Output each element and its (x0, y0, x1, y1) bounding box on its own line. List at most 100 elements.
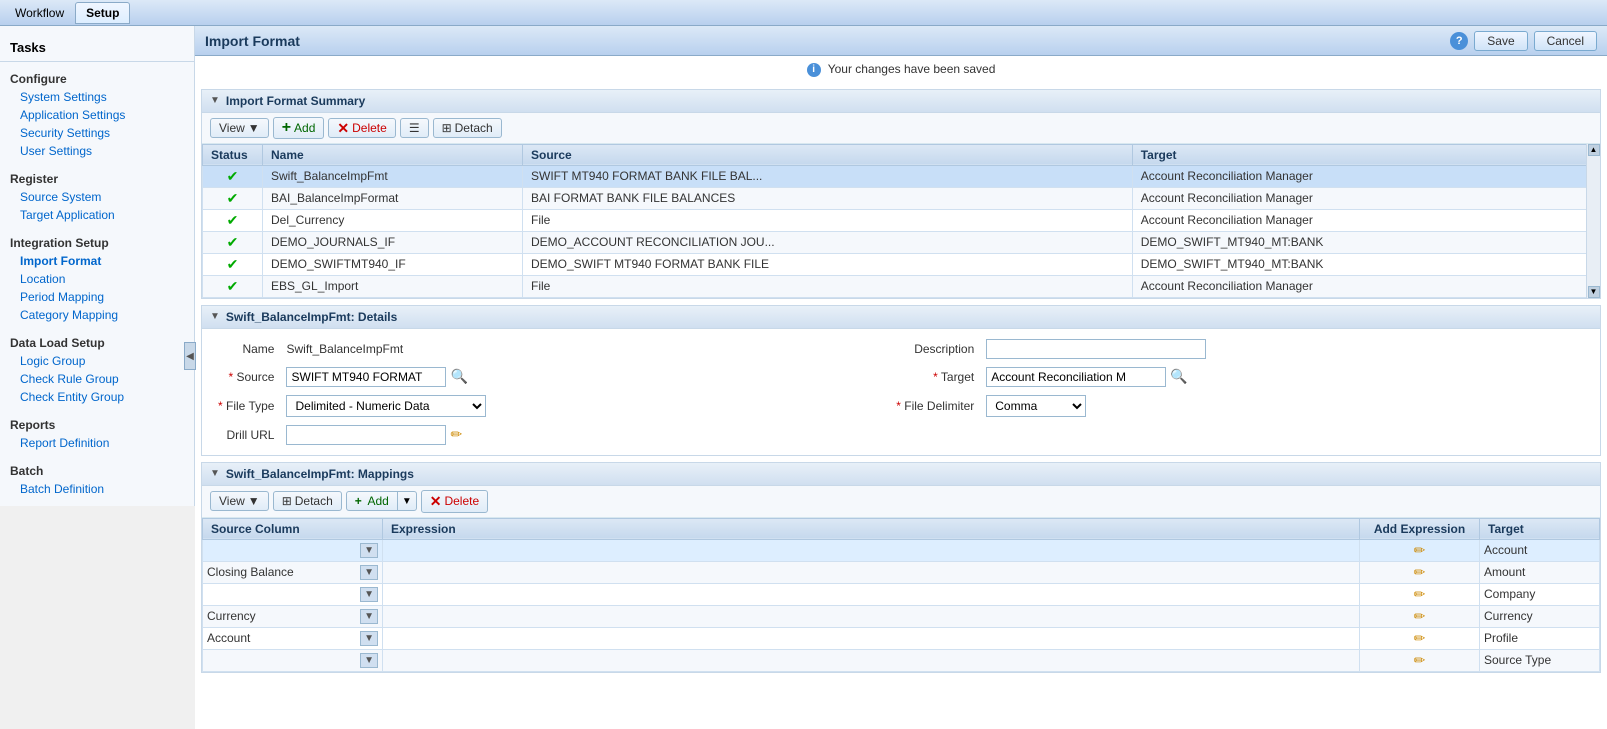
freeze-button[interactable]: ☰ (400, 118, 429, 138)
source-input[interactable] (286, 367, 446, 387)
sidebar-item-system-settings[interactable]: System Settings (0, 88, 194, 106)
add-expr-icon-4[interactable]: ✏ (1414, 608, 1426, 624)
scroll-up[interactable]: ▲ (1588, 144, 1600, 156)
add-expr-icon-5[interactable]: ✏ (1414, 630, 1426, 646)
source-dropdown-1[interactable]: ▼ (207, 543, 378, 558)
table-row[interactable]: ▼ ✏ Account (203, 539, 1600, 561)
view-button[interactable]: View ▼ (210, 118, 269, 138)
dropdown-arrow-4[interactable]: ▼ (360, 609, 378, 624)
view-arrow: ▼ (248, 121, 260, 135)
target-value-4: Currency (1480, 605, 1600, 627)
mappings-add-arrow[interactable]: ▼ (398, 494, 416, 509)
table-row[interactable]: ▼ ✏ Company (203, 583, 1600, 605)
mappings-detach-button[interactable]: ⊞ Detach (273, 491, 342, 511)
cancel-button[interactable]: Cancel (1534, 31, 1597, 51)
sidebar-item-user-settings[interactable]: User Settings (0, 142, 194, 160)
dropdown-arrow-2[interactable]: ▼ (360, 565, 378, 580)
sidebar-item-application-settings[interactable]: Application Settings (0, 106, 194, 124)
sidebar-item-check-entity-group[interactable]: Check Entity Group (0, 388, 194, 406)
source-search-icon[interactable]: 🔍 (450, 368, 467, 385)
source-dropdown-5[interactable]: Account ▼ (207, 631, 378, 646)
table-row[interactable]: ✔ Del_Currency File Account Reconciliati… (203, 209, 1600, 231)
source-dropdown-2[interactable]: Closing Balance ▼ (207, 565, 378, 580)
map-col-add-expr: Add Expression (1360, 518, 1480, 539)
table-row[interactable]: ✔ DEMO_JOURNALS_IF DEMO_ACCOUNT RECONCIL… (203, 231, 1600, 253)
row-name: Del_Currency (263, 209, 523, 231)
delete-icon: ✕ (337, 121, 349, 135)
detach-button[interactable]: ⊞ Detach (433, 118, 502, 138)
page-title: Import Format (205, 33, 300, 49)
sidebar-item-import-format[interactable]: Import Format (0, 252, 194, 270)
mappings-add-label: + Add (347, 492, 398, 510)
drill-url-input[interactable] (286, 425, 446, 445)
target-input[interactable] (986, 367, 1166, 387)
sidebar-item-logic-group[interactable]: Logic Group (0, 352, 194, 370)
drill-url-edit-icon[interactable]: ✏ (450, 426, 462, 443)
tasks-title: Tasks (0, 34, 194, 62)
sidebar-item-category-mapping[interactable]: Category Mapping (0, 306, 194, 324)
vertical-scrollbar[interactable]: ▲ ▼ (1586, 144, 1600, 298)
table-row[interactable]: Closing Balance ▼ ✏ Amount (203, 561, 1600, 583)
dropdown-arrow-1[interactable]: ▼ (360, 543, 378, 558)
scroll-down[interactable]: ▼ (1588, 286, 1600, 298)
description-input[interactable] (986, 339, 1206, 359)
sidebar-item-check-rule-group[interactable]: Check Rule Group (0, 370, 194, 388)
source-dropdown-4[interactable]: Currency ▼ (207, 609, 378, 624)
file-type-select[interactable]: Delimited - Numeric Data (286, 395, 486, 417)
row-source: BAI FORMAT BANK FILE BALANCES (523, 187, 1133, 209)
menu-tab-setup[interactable]: Setup (75, 2, 130, 24)
col-source: Source (523, 144, 1133, 165)
table-row[interactable]: Account ▼ ✏ Profile (203, 627, 1600, 649)
save-button[interactable]: Save (1474, 31, 1527, 51)
mappings-toolbar: View ▼ ⊞ Detach + Add ▼ ✕ Delete (202, 486, 1600, 518)
mappings-section-title: Swift_BalanceImpFmt: Mappings (226, 467, 414, 481)
table-row[interactable]: ✔ BAI_BalanceImpFormat BAI FORMAT BANK F… (203, 187, 1600, 209)
add-expr-icon-1[interactable]: ✏ (1414, 542, 1426, 558)
table-row[interactable]: ✔ DEMO_SWIFTMT940_IF DEMO_SWIFT MT940 FO… (203, 253, 1600, 275)
target-field: 🔍 (986, 367, 1584, 387)
source-dropdown-6[interactable]: ▼ (207, 653, 378, 668)
table-row[interactable]: ▼ ✏ Source Type (203, 649, 1600, 671)
summary-toolbar: View ▼ + Add ✕ Delete ☰ ⊞ Detach (202, 113, 1600, 144)
row-name: BAI_BalanceImpFormat (263, 187, 523, 209)
mappings-view-button[interactable]: View ▼ (210, 491, 269, 511)
add-expr-icon-3[interactable]: ✏ (1414, 586, 1426, 602)
mappings-add-plus-icon: + (355, 494, 362, 508)
mappings-add-button[interactable]: + Add ▼ (346, 491, 417, 511)
map-col-source: Source Column (203, 518, 383, 539)
sidebar-item-report-definition[interactable]: Report Definition (0, 434, 194, 452)
mappings-section-header: ▼ Swift_BalanceImpFmt: Mappings (202, 463, 1600, 486)
source-label: Source (218, 370, 274, 384)
sidebar-item-source-system[interactable]: Source System (0, 188, 194, 206)
details-form: Name Swift_BalanceImpFmt Description Sou… (202, 329, 1600, 455)
sidebar-item-location[interactable]: Location (0, 270, 194, 288)
sidebar-item-batch-definition[interactable]: Batch Definition (0, 480, 194, 498)
details-section-header: ▼ Swift_BalanceImpFmt: Details (202, 306, 1600, 329)
menu-tab-workflow[interactable]: Workflow (4, 2, 75, 24)
target-search-icon[interactable]: 🔍 (1170, 368, 1187, 385)
status-check: ✔ (227, 256, 239, 272)
add-button[interactable]: + Add (273, 117, 325, 139)
delete-button[interactable]: ✕ Delete (328, 118, 395, 138)
sidebar-collapse-btn[interactable]: ◀ (184, 342, 196, 370)
dropdown-arrow-5[interactable]: ▼ (360, 631, 378, 646)
row-source: DEMO_SWIFT MT940 FORMAT BANK FILE (523, 253, 1133, 275)
source-value-4: Currency (207, 609, 358, 623)
mappings-delete-button[interactable]: ✕ Delete (421, 490, 488, 513)
dropdown-arrow-6[interactable]: ▼ (360, 653, 378, 668)
dropdown-arrow-3[interactable]: ▼ (360, 587, 378, 602)
add-expr-icon-6[interactable]: ✏ (1414, 652, 1426, 668)
add-expr-icon-2[interactable]: ✏ (1414, 564, 1426, 580)
table-row[interactable]: ✔ EBS_GL_Import File Account Reconciliat… (203, 275, 1600, 297)
sidebar-item-period-mapping[interactable]: Period Mapping (0, 288, 194, 306)
file-delimiter-select[interactable]: Comma (986, 395, 1086, 417)
row-source: File (523, 275, 1133, 297)
saved-message: i Your changes have been saved (195, 56, 1607, 83)
source-dropdown-3[interactable]: ▼ (207, 587, 378, 602)
sidebar-item-target-application[interactable]: Target Application (0, 206, 194, 224)
help-icon[interactable]: ? (1450, 32, 1468, 50)
row-target: Account Reconciliation Manager (1132, 187, 1599, 209)
table-row[interactable]: Currency ▼ ✏ Currency (203, 605, 1600, 627)
sidebar-item-security-settings[interactable]: Security Settings (0, 124, 194, 142)
table-row[interactable]: ✔ Swift_BalanceImpFmt SWIFT MT940 FORMAT… (203, 165, 1600, 187)
